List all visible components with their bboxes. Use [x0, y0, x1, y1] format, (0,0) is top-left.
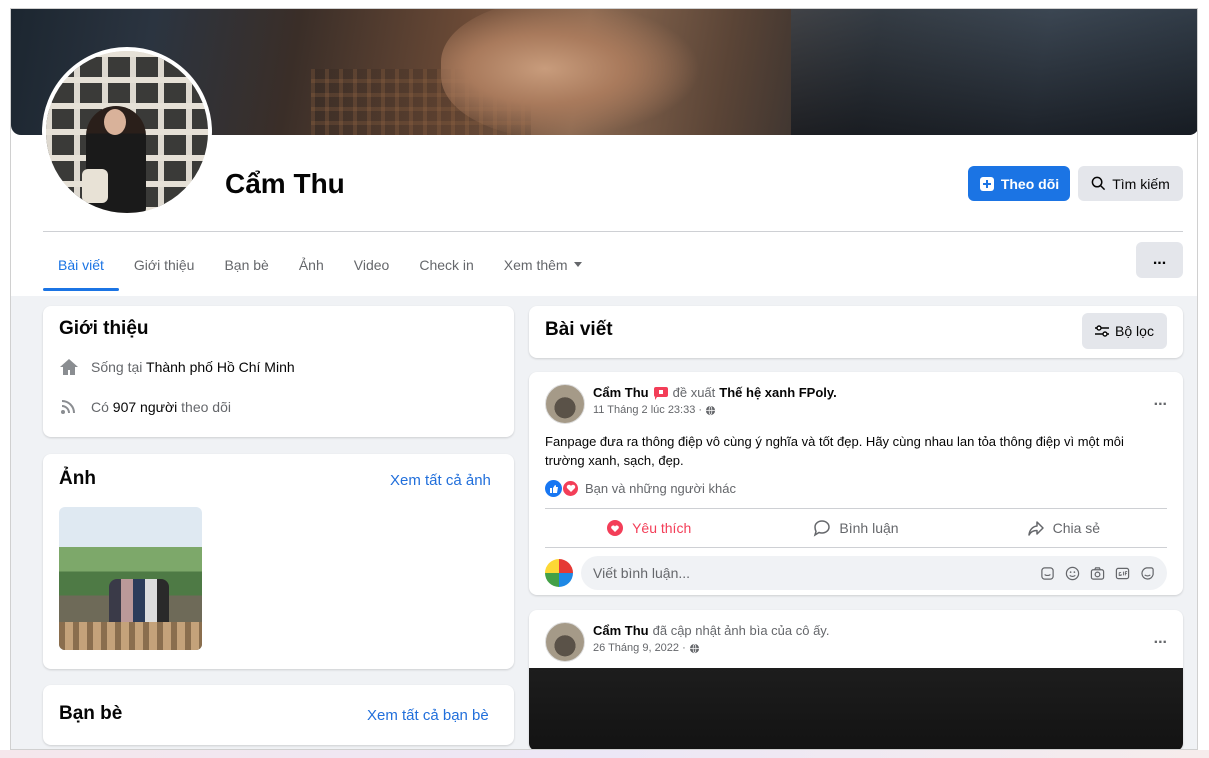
post-options-button[interactable]: ...	[1154, 630, 1167, 648]
tab-about[interactable]: Giới thiệu	[119, 241, 210, 289]
plus-square-icon	[979, 176, 994, 191]
profile-avatar[interactable]	[42, 47, 212, 217]
sticker-icon[interactable]	[1040, 566, 1055, 581]
search-icon	[1091, 176, 1106, 191]
emoji-icon[interactable]	[1065, 566, 1080, 581]
post-action-bar: Yêu thích Bình luận Chia sẻ	[545, 508, 1167, 548]
intro-card: Giới thiệu Sống tại Thành phố Hồ Chí Min…	[43, 306, 514, 437]
followers-prefix: Có	[91, 399, 109, 415]
photos-card: Ảnh Xem tất cả ảnh	[43, 454, 514, 669]
reactions-summary: Bạn và những người khác	[585, 481, 736, 496]
filter-button[interactable]: Bộ lọc	[1082, 313, 1167, 349]
lives-place[interactable]: Thành phố Hồ Chí Minh	[146, 359, 295, 375]
more-options-button[interactable]: ...	[1136, 242, 1183, 278]
home-icon	[60, 359, 78, 375]
post-header-line: Cẩm Thu đã cập nhật ảnh bìa của cô ấy.	[593, 623, 829, 638]
post-image[interactable]	[529, 668, 1183, 749]
facebook-profile-page: Cẩm Thu Theo dõi Tìm kiếm Bài viết Giới …	[10, 8, 1198, 750]
bottom-edge	[0, 750, 1209, 758]
photo-thumbnail[interactable]	[59, 507, 202, 650]
post-text: Fanpage đưa ra thông điệp vô cùng ý nghĩ…	[545, 434, 1124, 468]
followers-suffix: theo dõi	[181, 399, 231, 415]
sliders-icon	[1095, 325, 1110, 337]
post-card: Cẩm Thu đề xuất Thế hệ xanh FPoly. 11 Th…	[529, 372, 1183, 595]
search-button[interactable]: Tìm kiếm	[1078, 166, 1183, 201]
header-divider	[43, 231, 1183, 232]
globe-icon	[705, 405, 716, 415]
comment-input[interactable]: Viết bình luận...	[581, 556, 1167, 590]
avatar[interactable]	[545, 622, 585, 662]
speech-bubble-icon	[814, 520, 831, 537]
profile-header: Cẩm Thu Theo dõi Tìm kiếm Bài viết Giới …	[11, 9, 1197, 296]
see-all-photos-link[interactable]: Xem tất cả ảnh	[390, 472, 491, 489]
share-label: Chia sẻ	[1052, 520, 1101, 536]
caret-down-icon	[573, 262, 582, 267]
followers-count[interactable]: 907 người	[113, 399, 177, 415]
globe-icon	[689, 643, 699, 653]
lives-in-row: Sống tại Thành phố Hồ Chí Minh	[59, 358, 295, 376]
heart-icon	[562, 480, 579, 497]
post-author[interactable]: Cẩm Thu	[593, 623, 649, 638]
lives-prefix: Sống tại	[91, 359, 143, 375]
profile-name: Cẩm Thu	[225, 168, 345, 199]
tab-posts[interactable]: Bài viết	[43, 241, 119, 291]
photos-title: Ảnh	[59, 468, 96, 489]
profile-tabs: Bài viết Giới thiệu Bạn bè Ảnh Video Che…	[43, 241, 597, 291]
tab-video[interactable]: Video	[339, 241, 405, 289]
tab-friends[interactable]: Bạn bè	[209, 241, 283, 289]
heart-icon	[607, 520, 624, 536]
friends-title: Bạn bè	[59, 703, 123, 724]
posts-header-card: Bài viết Bộ lọc	[529, 306, 1183, 358]
avatar[interactable]	[545, 559, 573, 587]
post-options-button[interactable]: ...	[1154, 392, 1167, 410]
post-action: đã cập nhật ảnh bìa của cô ấy.	[652, 623, 830, 638]
comment-label: Bình luận	[839, 520, 899, 536]
post-card: Cẩm Thu đã cập nhật ảnh bìa của cô ấy. 2…	[529, 610, 1183, 749]
filter-label: Bộ lọc	[1115, 323, 1154, 339]
love-label: Yêu thích	[632, 520, 692, 536]
rss-icon	[61, 400, 75, 414]
posts-title: Bài viết	[545, 319, 613, 340]
comment-row: Viết bình luận...	[545, 556, 1167, 590]
tab-check-in[interactable]: Check in	[404, 241, 488, 289]
comment-button[interactable]: Bình luận	[752, 509, 959, 547]
friends-card: Bạn bè Xem tất cả bạn bè	[43, 685, 514, 745]
tab-more-label: Xem thêm	[503, 257, 568, 273]
intro-title: Giới thiệu	[59, 318, 149, 339]
post-timestamp: 26 Tháng 9, 2022 ·	[593, 642, 700, 654]
post-timestamp: 11 Tháng 2 lúc 23:33 ·	[593, 404, 716, 416]
share-button[interactable]: Chia sẻ	[960, 509, 1167, 547]
post-reactions[interactable]: Bạn và những người khác	[545, 480, 736, 497]
share-arrow-icon	[1027, 521, 1044, 536]
camera-icon[interactable]	[1090, 566, 1105, 581]
follow-button[interactable]: Theo dõi	[968, 166, 1070, 201]
avatar[interactable]	[545, 384, 585, 424]
follow-label: Theo dõi	[1000, 175, 1060, 192]
tab-photos[interactable]: Ảnh	[284, 241, 339, 289]
tab-more[interactable]: Xem thêm	[489, 241, 597, 289]
love-button[interactable]: Yêu thích	[545, 509, 752, 547]
thumbs-up-icon	[545, 480, 562, 497]
gif-icon[interactable]	[1115, 566, 1130, 581]
post-header-line: Cẩm Thu đề xuất Thế hệ xanh FPoly.	[593, 385, 837, 400]
search-label: Tìm kiếm	[1112, 175, 1170, 192]
post-target[interactable]: Thế hệ xanh FPoly.	[719, 385, 837, 400]
post-action: đề xuất	[672, 385, 716, 400]
followers-row: Có 907 người theo dõi	[59, 398, 231, 416]
post-author[interactable]: Cẩm Thu	[593, 385, 649, 400]
sticker-smile-icon[interactable]	[1140, 566, 1155, 581]
flag-icon	[653, 386, 668, 400]
comment-placeholder: Viết bình luận...	[593, 565, 691, 581]
see-all-friends-link[interactable]: Xem tất cả bạn bè	[367, 707, 489, 724]
